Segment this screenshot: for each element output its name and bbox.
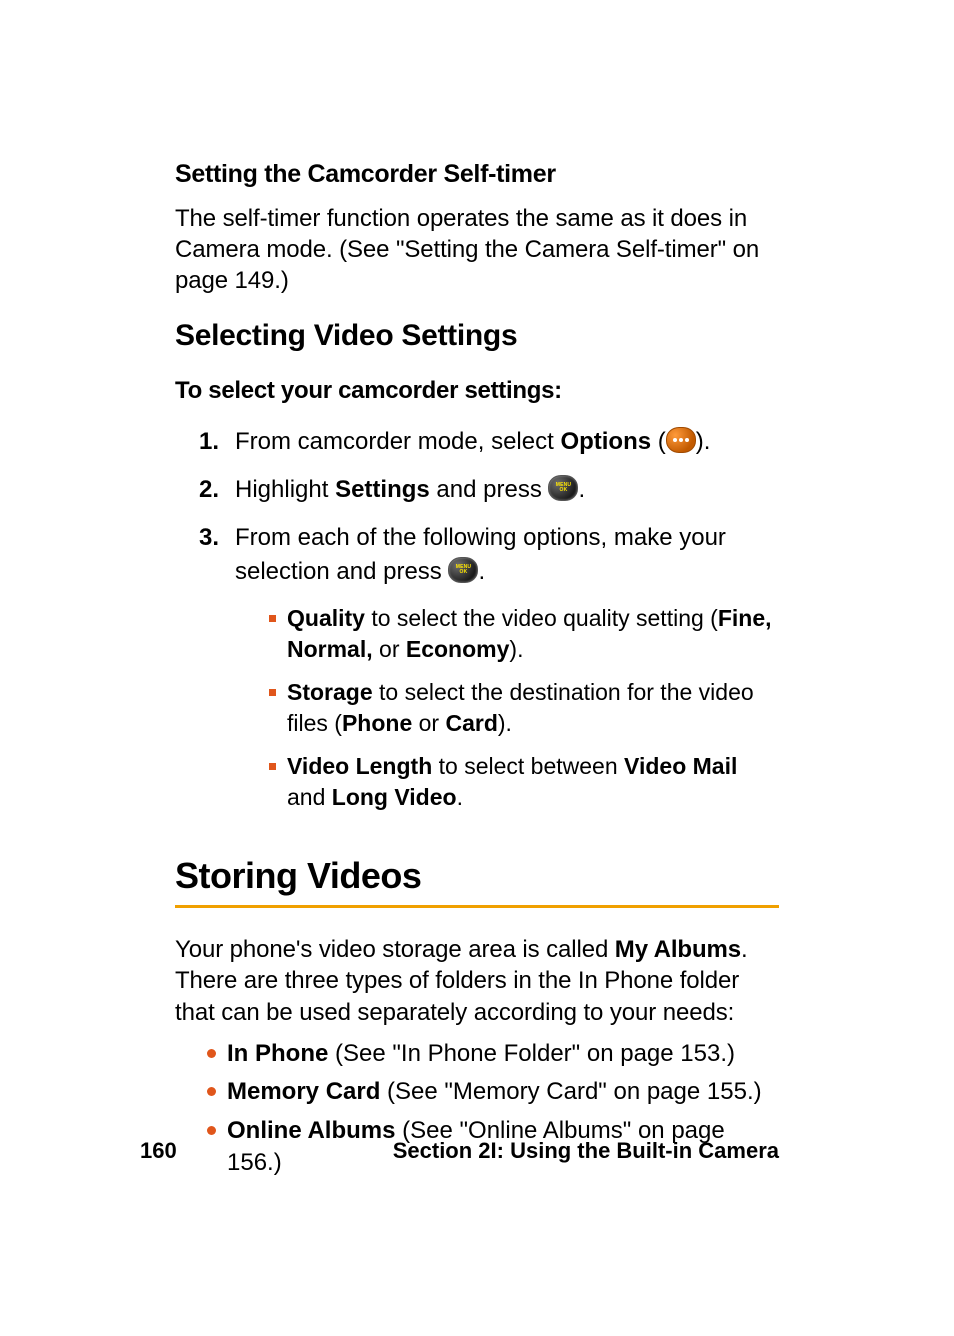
text: ). [509, 636, 523, 662]
list-item: Memory Card (See "Memory Card" on page 1… [207, 1076, 779, 1108]
video-settings-heading: Selecting Video Settings [175, 319, 779, 353]
text: (See "Memory Card" on page 155.) [380, 1078, 761, 1105]
document-page: Setting the Camcorder Self-timer The sel… [0, 0, 954, 1336]
page-footer: 160 Section 2I: Using the Built-in Camer… [0, 1138, 954, 1164]
bold: Settings [335, 476, 430, 503]
menu-ok-button-icon: MENUOK [548, 475, 578, 501]
sub-options-list: Quality to select the video quality sett… [269, 603, 779, 813]
bold: Video Length [287, 753, 432, 779]
list-item: Quality to select the video quality sett… [269, 603, 779, 665]
list-item: In Phone (See "In Phone Folder" on page … [207, 1038, 779, 1070]
self-timer-heading: Setting the Camcorder Self-timer [175, 160, 779, 189]
step-1: 1. From camcorder mode, select Options (… [197, 425, 779, 459]
storing-intro: Your phone's video storage area is calle… [175, 934, 779, 1028]
bold: Options [560, 428, 651, 455]
text: ( [651, 428, 666, 455]
ordered-steps: 1. From camcorder mode, select Options (… [197, 425, 779, 826]
step-2: 2. Highlight Settings and press MENUOK. [197, 473, 779, 507]
list-item: Storage to select the destination for th… [269, 677, 779, 739]
text: or [373, 636, 406, 662]
bold: In Phone [227, 1040, 328, 1067]
step-number: 1. [197, 425, 219, 459]
text: ). [498, 710, 512, 736]
step-number: 2. [197, 473, 219, 507]
step-content: Highlight Settings and press MENUOK. [235, 473, 779, 507]
text: and [287, 784, 332, 810]
step-3: 3. From each of the following options, m… [197, 521, 779, 825]
video-settings-subheading: To select your camcorder settings: [175, 377, 779, 405]
options-softkey-icon [666, 427, 696, 453]
section-title: Section 2I: Using the Built-in Camera [393, 1138, 779, 1164]
heading-rule [175, 905, 779, 908]
text: From camcorder mode, select [235, 428, 560, 455]
bold: Card [445, 710, 497, 736]
bold: Video Mail [624, 753, 737, 779]
bold: Phone [342, 710, 412, 736]
bold: Economy [406, 636, 510, 662]
page-number: 160 [140, 1138, 177, 1164]
text: and press [430, 476, 549, 503]
text: to select between [432, 753, 624, 779]
bold: My Albums [615, 936, 741, 963]
bold: Memory Card [227, 1078, 380, 1105]
list-item: Video Length to select between Video Mai… [269, 751, 779, 813]
step-content: From each of the following options, make… [235, 521, 779, 825]
text: . [478, 558, 485, 585]
bold: Storage [287, 679, 373, 705]
storing-videos-heading: Storing Videos [175, 855, 779, 897]
text: or [412, 710, 445, 736]
self-timer-body: The self-timer function operates the sam… [175, 203, 779, 297]
text: ). [696, 428, 711, 455]
step-content: From camcorder mode, select Options (). [235, 425, 779, 459]
text: to select the video quality setting ( [365, 605, 718, 631]
step-number: 3. [197, 521, 219, 555]
bold: Long Video [332, 784, 457, 810]
text: (See "In Phone Folder" on page 153.) [328, 1040, 735, 1067]
text: . [578, 476, 585, 503]
text: Highlight [235, 476, 335, 503]
text: . [457, 784, 463, 810]
bold: Quality [287, 605, 365, 631]
menu-ok-button-icon: MENUOK [448, 557, 478, 583]
text: Your phone's video storage area is calle… [175, 936, 615, 963]
